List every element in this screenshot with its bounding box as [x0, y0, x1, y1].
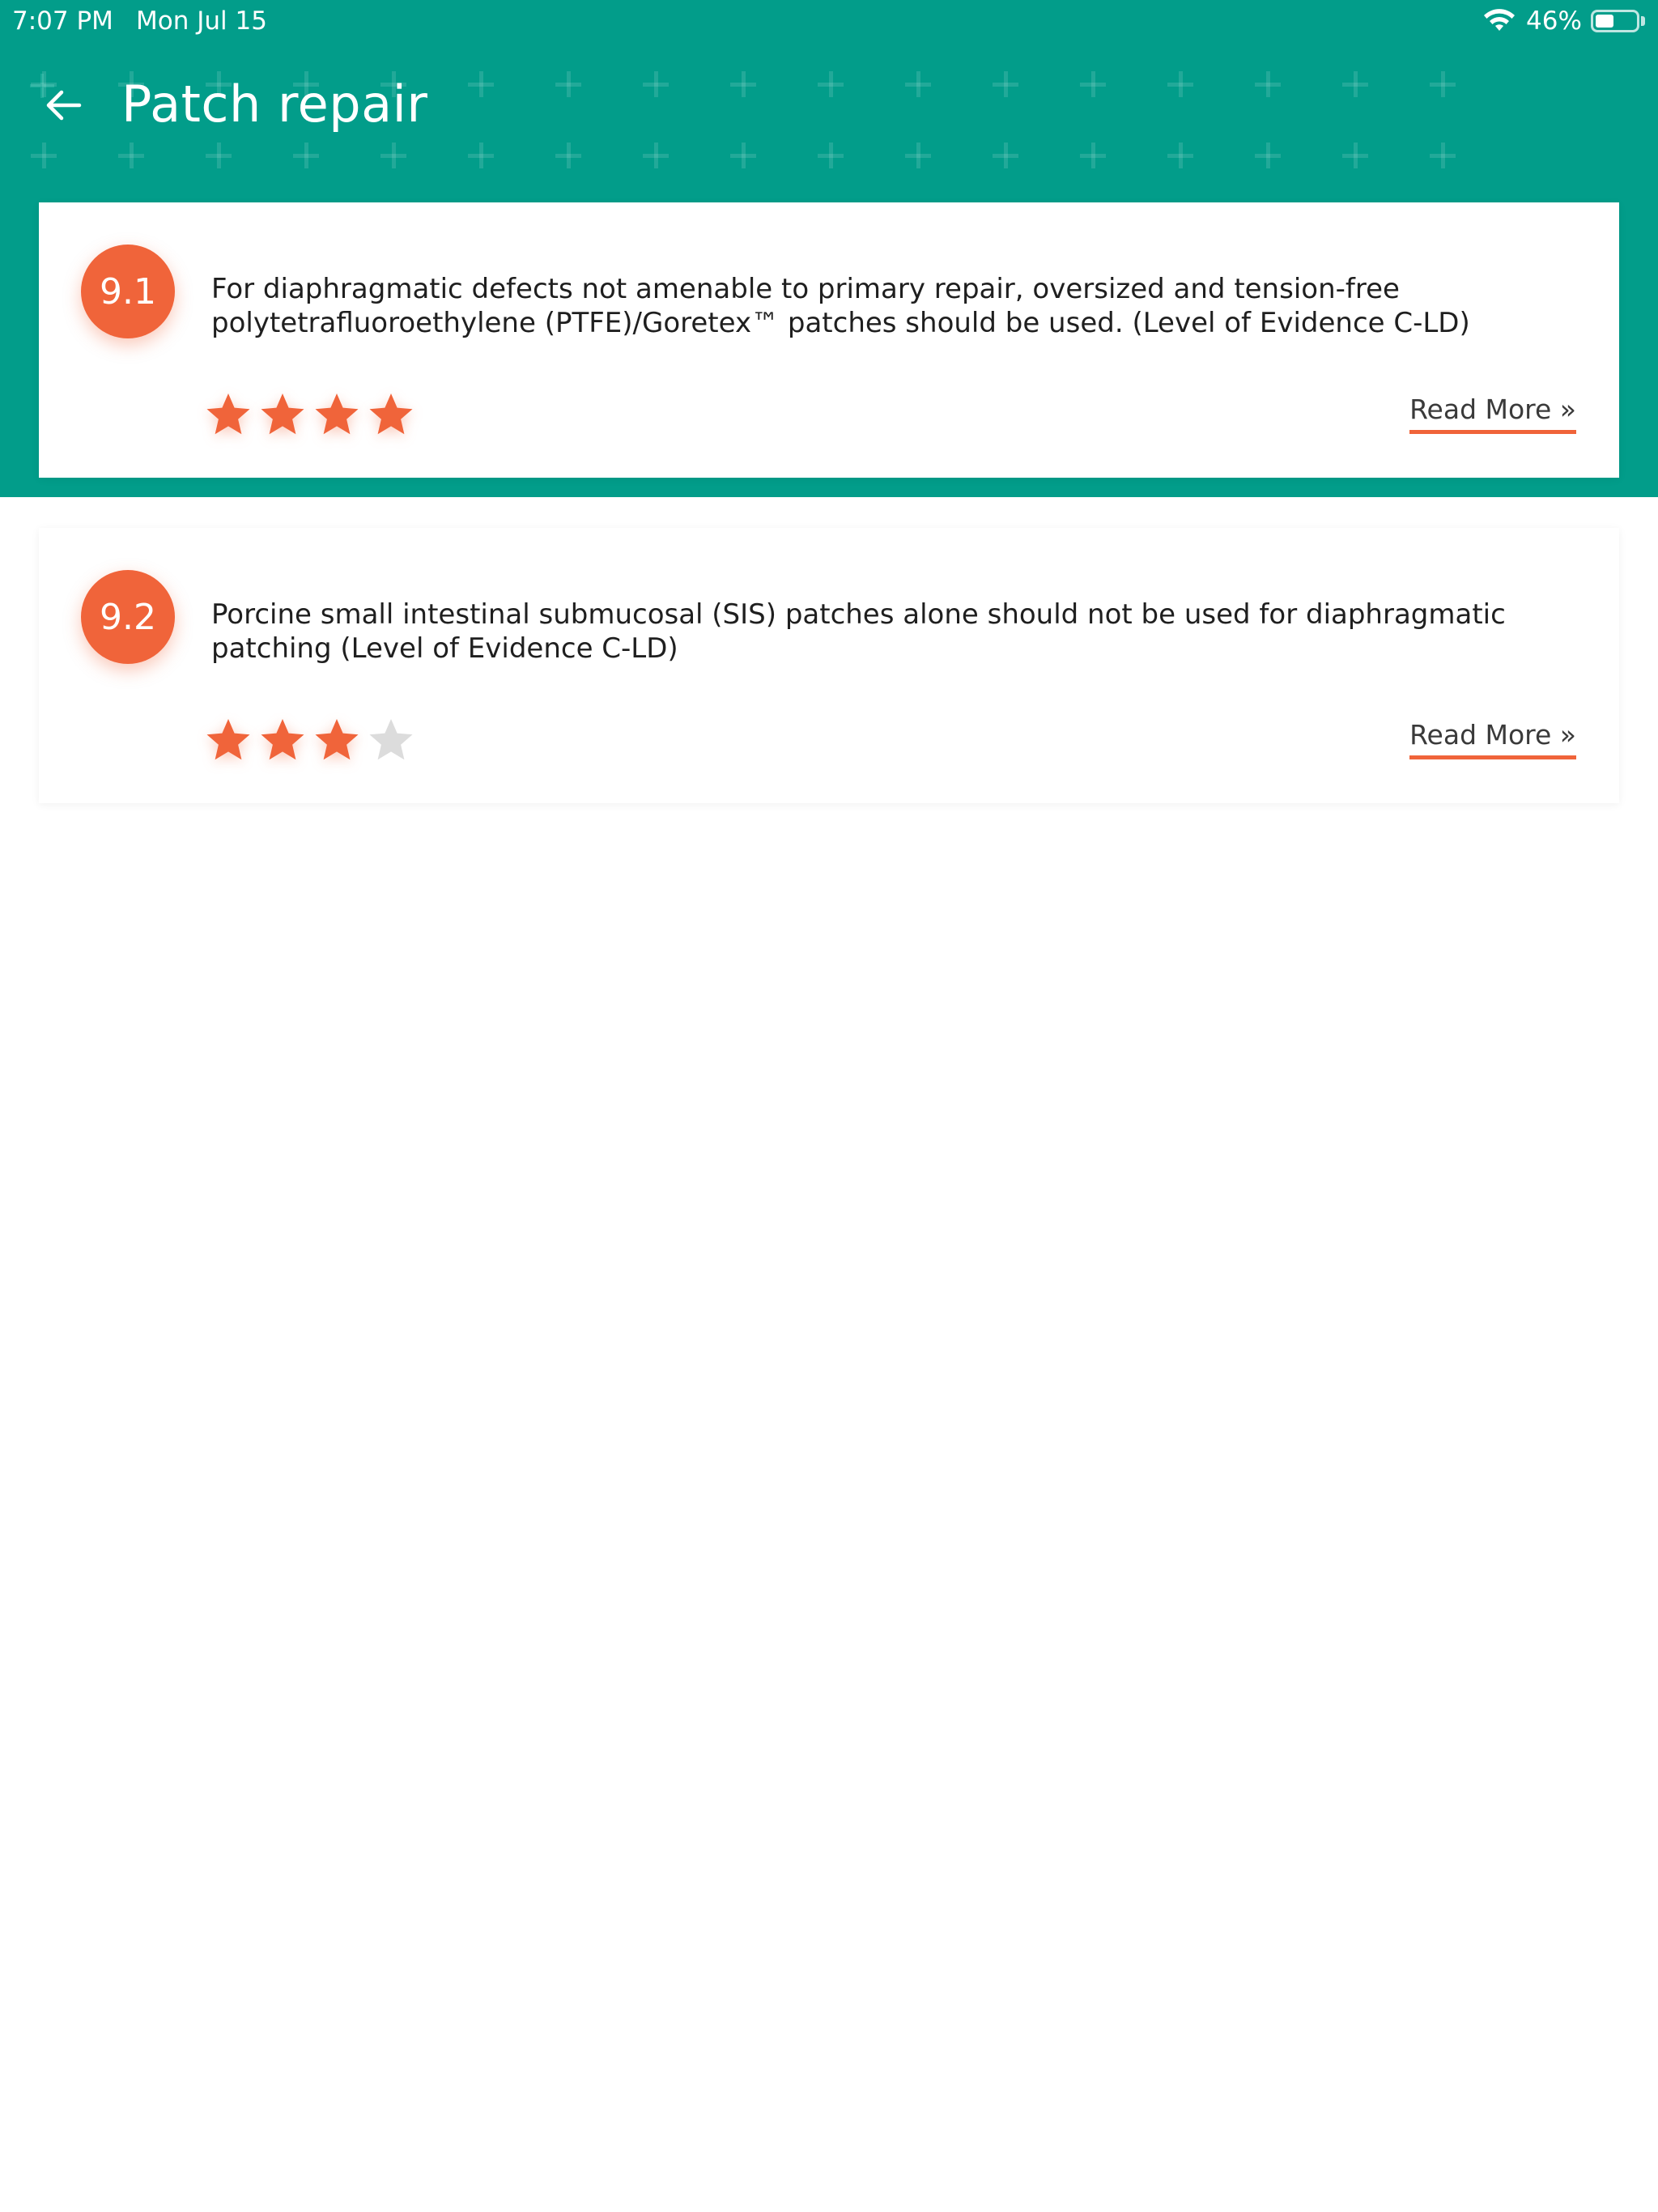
back-button[interactable] [39, 81, 87, 130]
arrow-left-icon [46, 90, 82, 121]
star-empty-icon [367, 716, 415, 764]
plus-decoration [1167, 71, 1193, 97]
plus-decoration [555, 71, 581, 97]
plus-decoration [643, 71, 669, 97]
plus-decoration [730, 143, 756, 168]
plus-decoration [1430, 143, 1456, 168]
plus-decoration [468, 143, 494, 168]
page-title: Patch repair [121, 74, 428, 134]
plus-decoration [468, 71, 494, 97]
recommendation-card: 9.2 Porcine small intestinal submucosal … [39, 528, 1619, 803]
plus-decoration [818, 71, 844, 97]
plus-decoration [818, 143, 844, 168]
plus-decoration [905, 143, 931, 168]
plus-decoration [293, 143, 319, 168]
plus-decoration [1342, 71, 1368, 97]
star-filled-icon [204, 390, 253, 439]
wifi-icon [1484, 9, 1515, 31]
star-filled-icon [258, 390, 307, 439]
star-filled-icon [367, 390, 415, 439]
read-more-link[interactable]: Read More » [1409, 719, 1576, 759]
plus-decoration [993, 71, 1018, 97]
star-filled-icon [312, 716, 361, 764]
plus-decoration [1167, 143, 1193, 168]
plus-decoration [643, 143, 669, 168]
star-filled-icon [204, 716, 253, 764]
star-filled-icon [312, 390, 361, 439]
read-more-link[interactable]: Read More » [1409, 393, 1576, 434]
plus-decoration [993, 143, 1018, 168]
battery-icon [1591, 10, 1639, 32]
recommendation-text: Porcine small intestinal submucosal (SIS… [211, 598, 1506, 665]
plus-decoration [31, 143, 57, 168]
recommendation-number-badge: 9.1 [81, 245, 175, 338]
plus-decoration [1080, 71, 1106, 97]
plus-decoration [206, 143, 232, 168]
battery-percent: 46% [1526, 6, 1582, 36]
status-date: Mon Jul 15 [136, 6, 267, 36]
recommendation-card: 9.1 For diaphragmatic defects not amenab… [39, 202, 1619, 478]
status-time: 7:07 PM [12, 6, 113, 36]
plus-decoration [905, 71, 931, 97]
star-filled-icon [258, 716, 307, 764]
plus-decoration [1255, 71, 1281, 97]
plus-decoration [1255, 143, 1281, 168]
plus-decoration [1342, 143, 1368, 168]
status-bar: 7:07 PM Mon Jul 15 46% [0, 0, 1658, 44]
plus-decoration [1080, 143, 1106, 168]
recommendation-text: For diaphragmatic defects not amenable t… [211, 273, 1470, 339]
plus-decoration [1430, 71, 1456, 97]
battery-cap [1641, 16, 1645, 26]
plus-decoration [730, 71, 756, 97]
recommendation-number-badge: 9.2 [81, 570, 175, 664]
plus-decoration [380, 143, 406, 168]
plus-decoration [118, 143, 144, 168]
plus-decoration [555, 143, 581, 168]
battery-level [1596, 15, 1613, 28]
